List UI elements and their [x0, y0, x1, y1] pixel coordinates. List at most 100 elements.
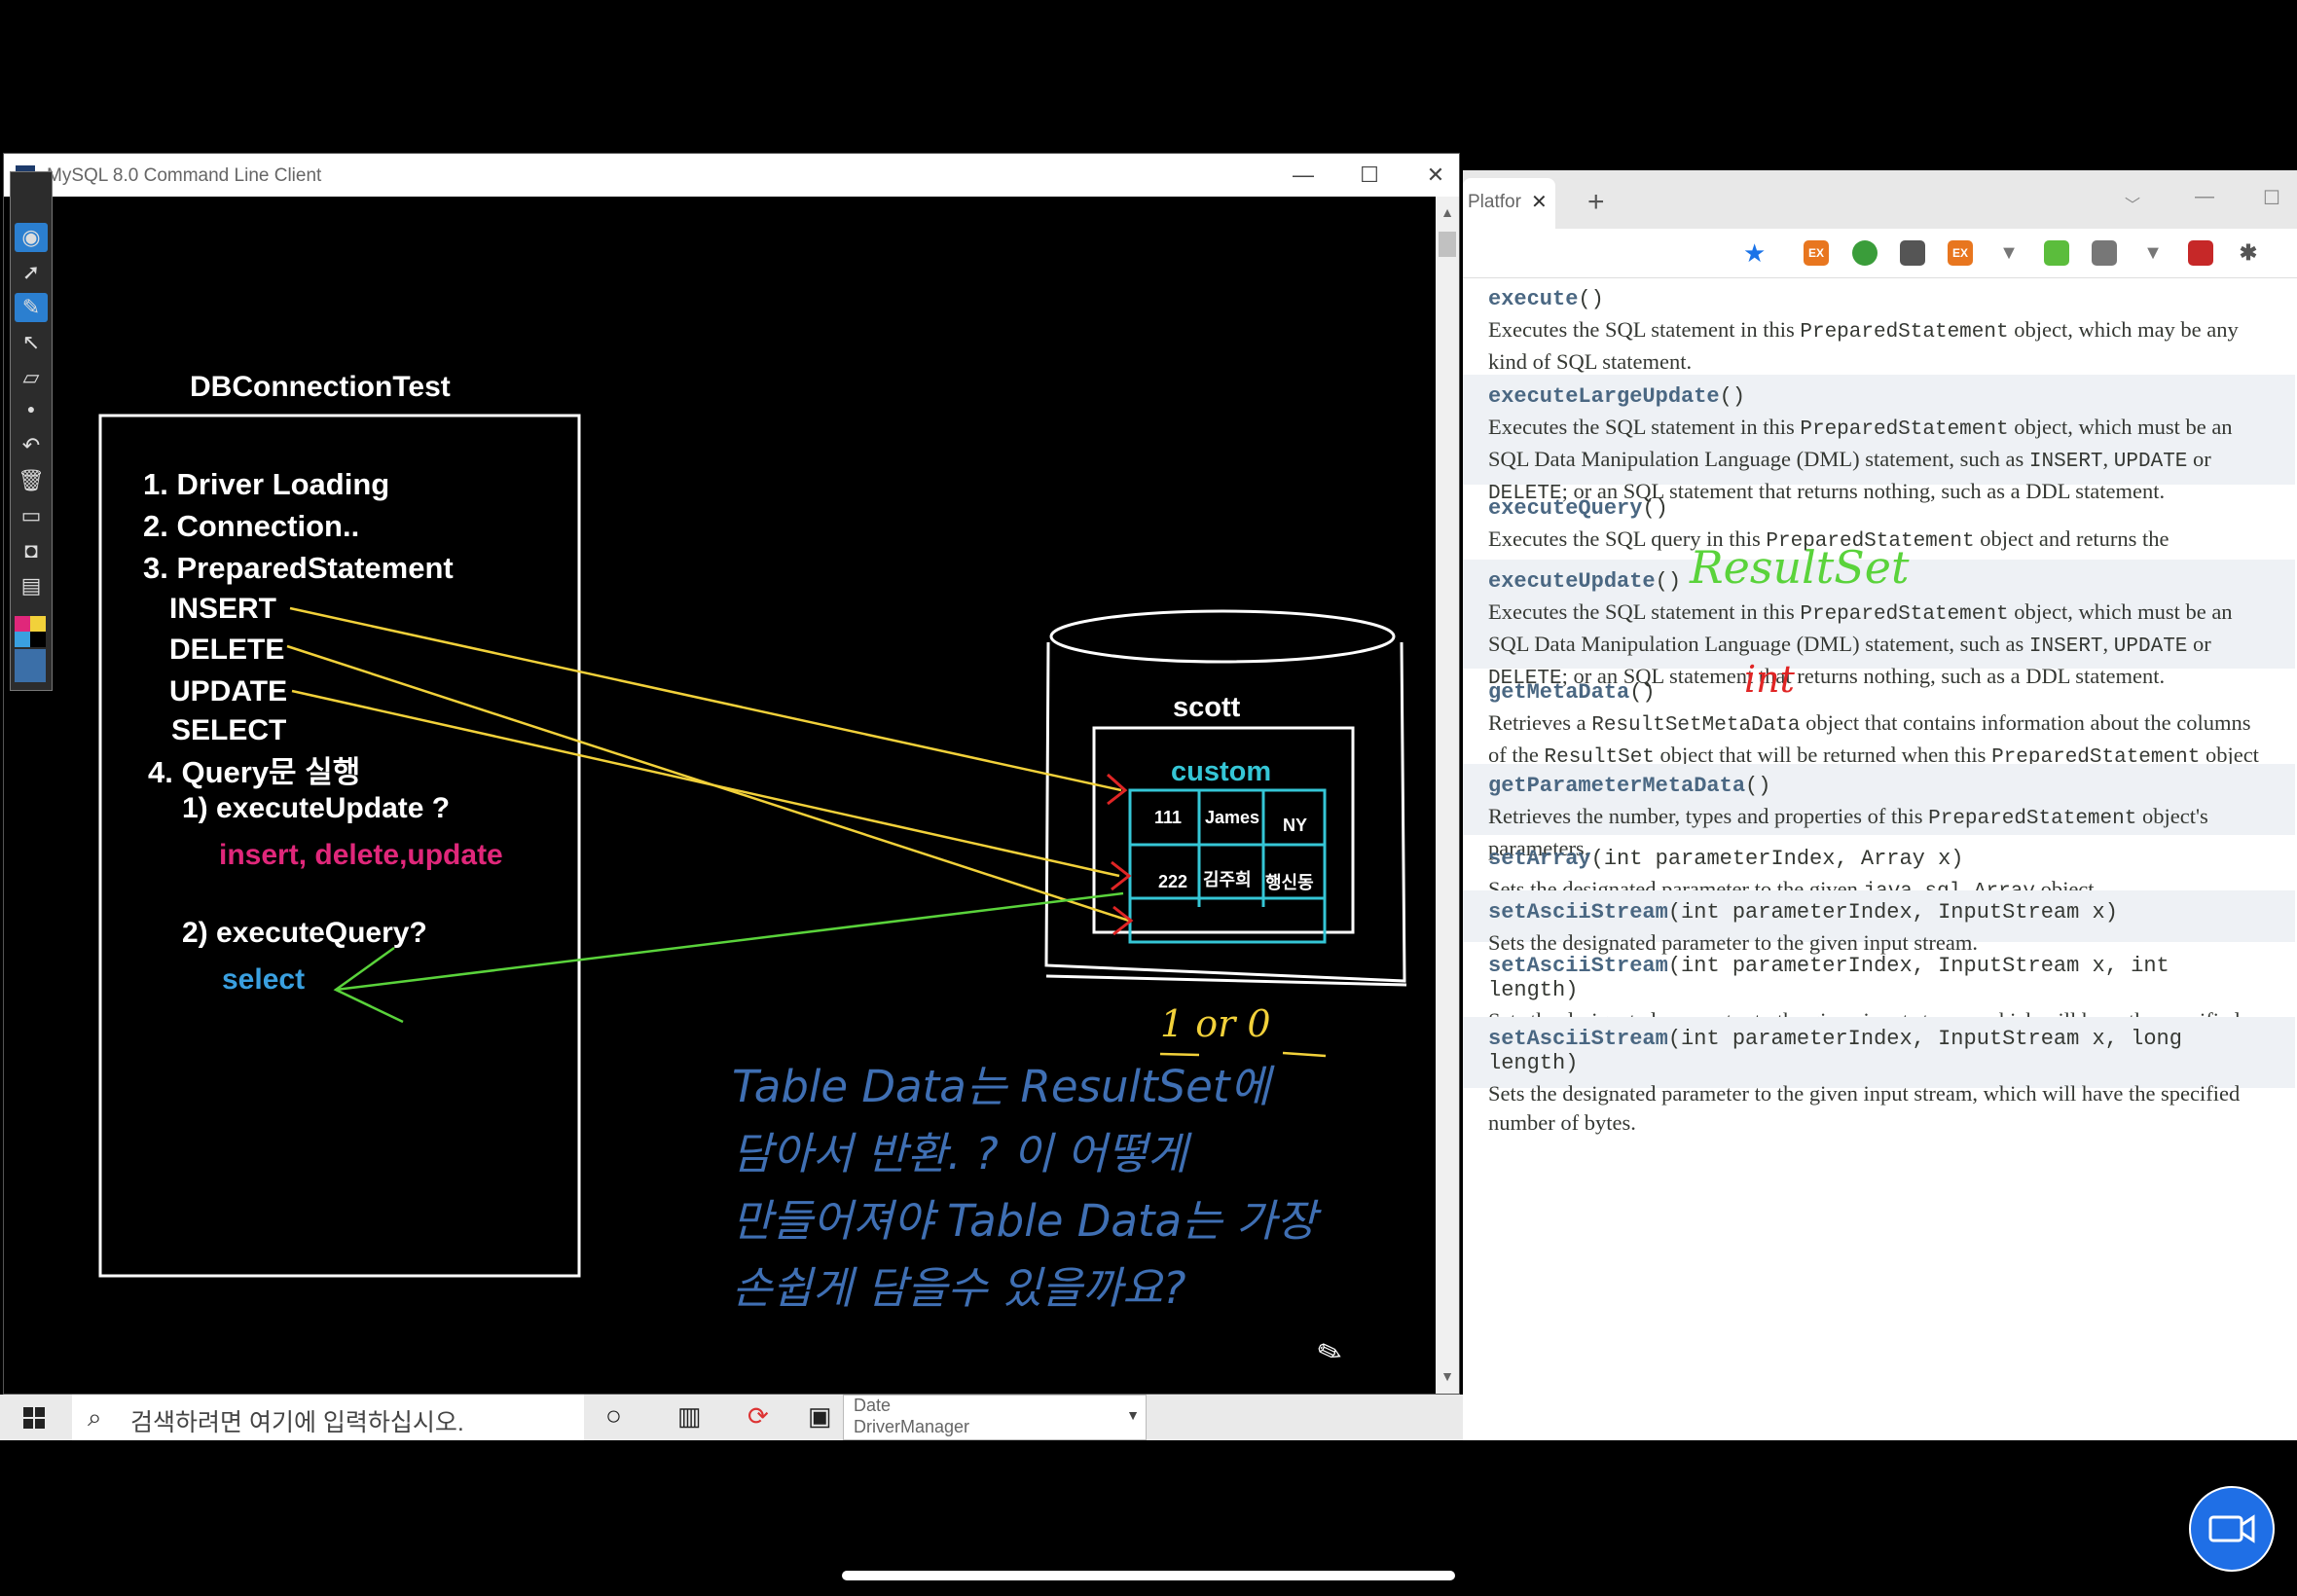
method-name-link[interactable]: setAsciiStream [1488, 954, 1668, 978]
method-params: () [1642, 496, 1668, 521]
browser-maximize-icon[interactable]: ☐ [2263, 186, 2280, 210]
extension-info-icon[interactable] [1900, 240, 1925, 266]
cortana-icon[interactable]: ○ [605, 1400, 622, 1432]
result-note: 1 or 0 [1160, 1002, 1271, 1045]
browser-tab[interactable]: Platfor ✕ [1463, 178, 1555, 229]
extension-gray-icon[interactable] [2092, 240, 2117, 266]
evernote-icon[interactable] [1852, 240, 1878, 266]
method-row: setAsciiStream(int parameterIndex, Input… [1463, 944, 2295, 1062]
video-camera-button[interactable] [2189, 1486, 2275, 1572]
method-row: executeLargeUpdate() Executes the SQL sta… [1463, 375, 2295, 505]
handwritten-note: Table Data는 ResultSet에 담아서 반환. ? 이 어떻게 만… [732, 1053, 1413, 1322]
handwritten-line-4: 손쉽게 담을수 있을까요? [732, 1262, 1186, 1314]
home-indicator[interactable] [842, 1571, 1455, 1580]
tab-bar: Platfor ✕ + ﹀ — ☐ [1463, 170, 2297, 229]
red-arrowheads [1107, 773, 1134, 936]
execute-query-detail: select [222, 963, 306, 996]
resultset-annotation: ResultSet [1690, 541, 1910, 594]
browser-window: Platfor ✕ + ﹀ — ☐ ★ EX EX ▼ ▼ ✱ execute(… [1463, 153, 2297, 1440]
method-name-link[interactable]: setAsciiStream [1488, 900, 1668, 925]
browser-toolbar: ★ EX EX ▼ ▼ ✱ [1463, 229, 2297, 278]
method-signature[interactable]: executeLargeUpdate() [1488, 384, 2270, 409]
handwritten-line-3: 만들어져야 Table Data는 가장 [732, 1195, 1317, 1247]
extension-green-icon[interactable] [2044, 240, 2069, 266]
vue-icon[interactable]: ▼ [1996, 240, 2022, 266]
dropdown-item-date[interactable]: Date [854, 1396, 891, 1416]
store-icon[interactable]: ▣ [808, 1401, 832, 1432]
extension-red-icon[interactable] [2188, 240, 2213, 266]
method-signature[interactable]: execute() [1488, 287, 2270, 311]
javadoc-method-list: execute() Executes the SQL statement in t… [1463, 277, 2295, 1426]
method-signature[interactable]: setAsciiStream(int parameterIndex, Input… [1488, 900, 2270, 925]
method-name-link[interactable]: executeQuery [1488, 496, 1642, 521]
handwritten-line-1: Table Data는 ResultSet에 [732, 1061, 1270, 1112]
dml-arrows [286, 606, 1130, 923]
task-view-icon[interactable]: ▥ [677, 1401, 702, 1432]
autocomplete-dropdown[interactable]: Date DriverManager ▼ [843, 1395, 1147, 1440]
taskbar-search[interactable]: ⌕ 검색하려면 여기에 입력하십시오. [72, 1395, 584, 1440]
select-arrow [333, 891, 1124, 1024]
method-params: () [1719, 384, 1746, 409]
bookmark-star-icon[interactable]: ★ [1743, 238, 1766, 269]
video-camera-icon [2208, 1514, 2255, 1543]
method-params: (int parameterIndex, Array x) [1590, 847, 1964, 871]
method-name-link[interactable]: execute [1488, 287, 1578, 311]
method-name-link[interactable]: setArray [1488, 847, 1591, 871]
method-signature[interactable]: setAsciiStream(int parameterIndex, Input… [1488, 954, 2270, 1002]
execute-query-question: 2) executeQuery? [182, 917, 427, 949]
browser-minimize-icon[interactable]: — [2195, 186, 2214, 208]
dropdown-item-drivermanager[interactable]: DriverManager [854, 1417, 969, 1437]
windows-start-icon[interactable] [23, 1407, 45, 1429]
int-annotation: int [1744, 658, 1795, 701]
dropdown-arrow-icon[interactable]: ▼ [1126, 1407, 1140, 1423]
method-params: (int parameterIndex, InputStream x) [1667, 900, 2118, 925]
method-params: () [1745, 774, 1771, 798]
dml-delete: DELETE [169, 634, 285, 666]
step-1: 1. Driver Loading [143, 467, 390, 501]
extension-ex-icon[interactable]: EX [1804, 240, 1829, 266]
execute-update-question: 1) executeUpdate ? [182, 792, 451, 824]
db-cylinder-top [1049, 609, 1396, 664]
vue2-icon[interactable]: ▼ [2140, 240, 2166, 266]
handwritten-line-2: 담아서 반환. ? 이 어떻게 [732, 1128, 1188, 1179]
cell-222: 222 [1158, 872, 1188, 891]
sync-app-icon[interactable]: ⟳ [747, 1401, 769, 1432]
method-row: setArray(int parameterIndex, Array x) Set… [1463, 837, 2295, 903]
method-params: () [1629, 680, 1656, 705]
method-name-link[interactable]: getParameterMetaData [1488, 774, 1745, 798]
method-row: getParameterMetaData() Retrieves the numb… [1463, 764, 2295, 860]
search-icon: ⌕ [88, 1402, 102, 1432]
method-row: setAsciiStream(int parameterIndex, Input… [1463, 1017, 2295, 1135]
method-row: getMetaData() Retrieves a ResultSetMetaDa… [1463, 671, 2295, 799]
method-signature[interactable]: setArray(int parameterIndex, Array x) [1488, 847, 2270, 871]
search-placeholder: 검색하려면 여기에 입력하십시오. [130, 1409, 464, 1436]
method-signature[interactable]: getParameterMetaData() [1488, 774, 2270, 798]
method-signature[interactable]: executeQuery() [1488, 496, 2270, 521]
execute-update-detail: insert, delete,update [219, 839, 503, 871]
tab-close-icon[interactable]: ✕ [1531, 190, 1548, 214]
method-name-link[interactable]: setAsciiStream [1488, 1027, 1668, 1051]
tab-search-icon[interactable]: ﹀ [2125, 192, 2140, 215]
method-description: Executes the SQL statement in this Prepa… [1488, 317, 2239, 374]
method-row: execute() Executes the SQL statement in t… [1463, 277, 2295, 374]
dml-insert: INSERT [169, 593, 277, 625]
method-name-link[interactable]: getMetaData [1488, 680, 1629, 705]
db-name: scott [1173, 692, 1241, 723]
table-name: custom [1171, 756, 1272, 787]
extension-ex2-icon[interactable]: EX [1948, 240, 1973, 266]
cell-address: 행신동 [1265, 873, 1314, 892]
puzzle-icon[interactable]: ✱ [2236, 240, 2261, 266]
method-row: setAsciiStream(int parameterIndex, Input… [1463, 890, 2295, 955]
cell-ny: NY [1283, 816, 1308, 835]
windows-taskbar: ⌕ 검색하려면 여기에 입력하십시오. ○ ▥ ⟳ ▣ Date DriverM… [0, 1395, 1463, 1440]
diagram-heading: DBConnectionTest [190, 371, 451, 403]
method-name-link[interactable]: executeLargeUpdate [1488, 384, 1720, 409]
method-params: () [1578, 287, 1604, 311]
new-tab-icon[interactable]: + [1587, 186, 1605, 219]
cell-111: 111 [1154, 808, 1183, 827]
method-signature[interactable]: setAsciiStream(int parameterIndex, Input… [1488, 1027, 2270, 1075]
method-name-link[interactable]: executeUpdate [1488, 569, 1656, 594]
tab-label: Platfor [1468, 192, 1521, 212]
method-signature[interactable]: getMetaData() [1488, 680, 2270, 705]
dml-update: UPDATE [169, 675, 288, 707]
